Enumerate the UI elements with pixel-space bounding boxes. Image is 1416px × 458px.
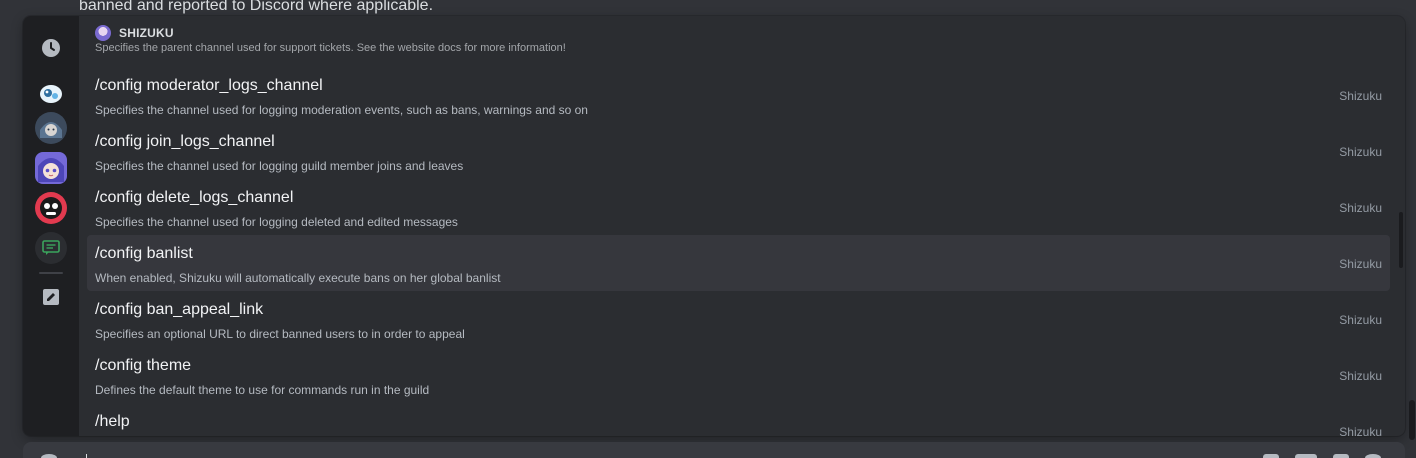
command-description: Defines the default theme to use for com… — [95, 383, 430, 397]
message-composer[interactable] — [23, 442, 1405, 458]
sticker-icon[interactable] — [1333, 454, 1349, 458]
background-message-text: banned and reported to Discord where app… — [79, 0, 434, 14]
text-caret — [86, 454, 87, 458]
command-name: /config banlist — [95, 245, 193, 262]
chat-scrollbar[interactable] — [1409, 400, 1415, 440]
command-name: /config join_logs_channel — [95, 133, 275, 150]
app-avatar-1[interactable] — [35, 78, 67, 110]
app-rail — [23, 16, 79, 436]
command-description: Specifies the channel used for logging d… — [95, 215, 458, 229]
command-item[interactable]: /help Shizuku — [87, 403, 1390, 436]
command-source: Shizuku — [1339, 425, 1382, 436]
command-name: /config moderator_logs_channel — [95, 77, 323, 94]
command-source: Shizuku — [1339, 145, 1382, 159]
command-description: Specifies the channel used for logging m… — [95, 103, 588, 117]
app-avatar-2[interactable] — [35, 112, 67, 144]
command-item[interactable]: /config join_logs_channel Specifies the … — [87, 123, 1390, 179]
app-avatar-4[interactable] — [35, 192, 67, 224]
section-title: SHIZUKU — [119, 26, 174, 40]
command-item-selected[interactable]: /config banlist When enabled, Shizuku wi… — [87, 235, 1390, 291]
built-in-commands-icon[interactable] — [35, 232, 67, 264]
section-header: SHIZUKU — [95, 24, 174, 42]
shizuku-avatar-small — [95, 25, 111, 41]
command-autocomplete-popup: SHIZUKU Specifies the parent channel use… — [23, 16, 1405, 436]
command-item[interactable]: /config delete_logs_channel Specifies th… — [87, 179, 1390, 235]
command-source: Shizuku — [1339, 89, 1382, 103]
command-name: /help — [95, 413, 130, 430]
command-source: Shizuku — [1339, 313, 1382, 327]
command-name: /config theme — [95, 357, 192, 374]
recent-icon[interactable] — [35, 32, 67, 64]
command-description: Specifies the channel used for logging g… — [95, 159, 464, 173]
edit-icon[interactable] — [35, 281, 67, 313]
command-item[interactable]: /config theme Defines the default theme … — [87, 347, 1390, 403]
gif-icon[interactable] — [1295, 454, 1317, 458]
command-name: /config ban_appeal_link — [95, 301, 264, 318]
command-source: Shizuku — [1339, 369, 1382, 383]
command-description: When enabled, Shizuku will automatically… — [95, 271, 501, 285]
emoji-icon[interactable] — [1365, 454, 1381, 458]
app-avatar-shizuku[interactable] — [35, 152, 67, 184]
command-item[interactable]: /config moderator_logs_channel Specifies… — [87, 67, 1390, 123]
command-source: Shizuku — [1339, 257, 1382, 271]
add-attachment-icon[interactable] — [41, 454, 57, 458]
command-item[interactable]: /config ban_appeal_link Specifies an opt… — [87, 291, 1390, 347]
command-source: Shizuku — [1339, 201, 1382, 215]
partial-command-description: Specifies the parent channel used for su… — [95, 43, 566, 53]
command-description: Specifies an optional URL to direct bann… — [95, 327, 465, 341]
gift-icon[interactable] — [1263, 454, 1279, 458]
command-list: SHIZUKU Specifies the parent channel use… — [79, 16, 1405, 436]
rail-separator — [39, 272, 63, 274]
command-name: /config delete_logs_channel — [95, 189, 294, 206]
popup-scrollbar[interactable] — [1399, 212, 1403, 268]
